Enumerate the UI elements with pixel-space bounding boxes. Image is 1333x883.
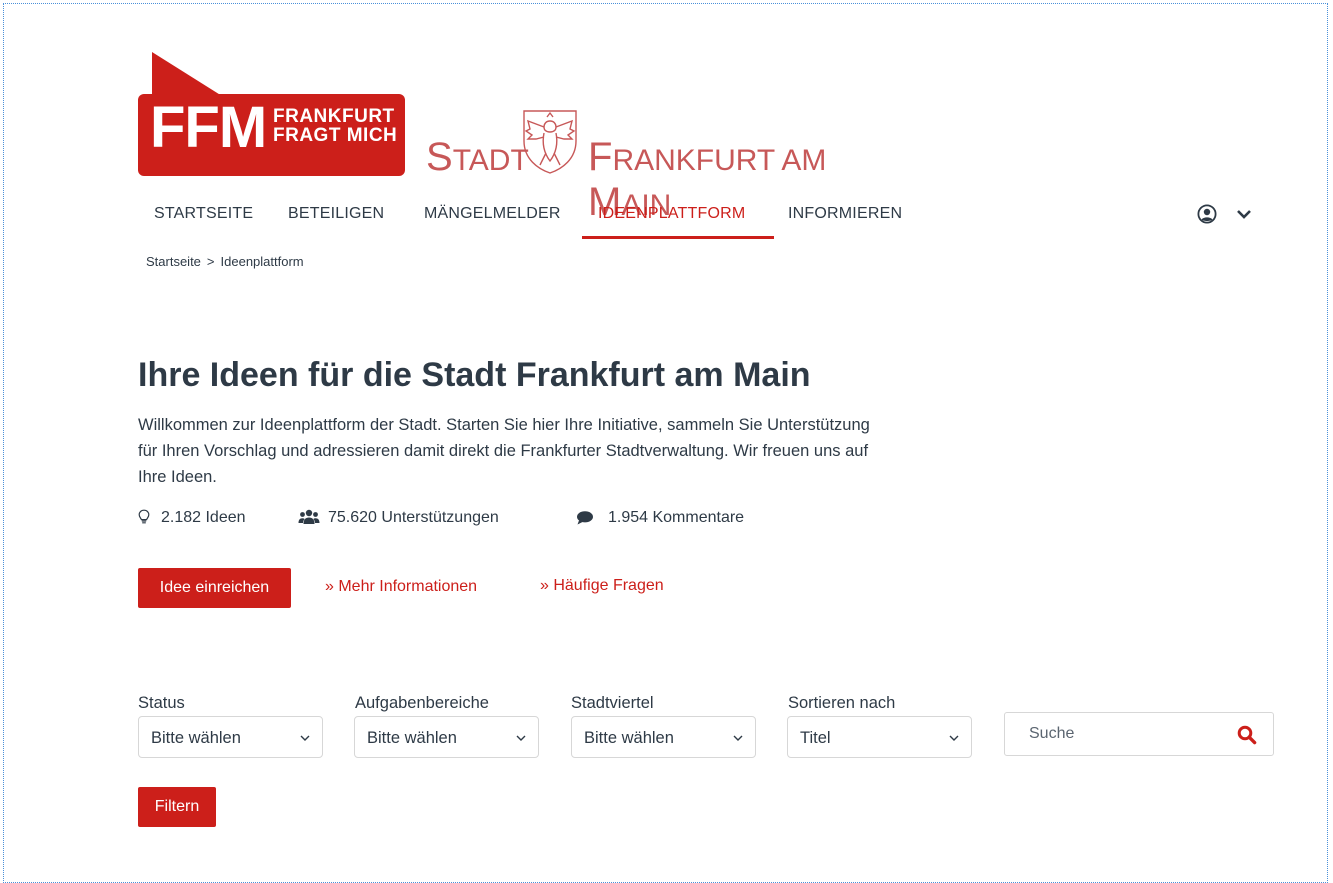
ffm-logo-subtext: FRANKFURT FRAGT MICH xyxy=(273,106,398,146)
district-select-value: Bitte wählen xyxy=(584,729,674,747)
sort-select[interactable]: Titel xyxy=(787,716,972,758)
nav-active-indicator xyxy=(582,236,774,239)
search-icon[interactable] xyxy=(1237,725,1257,745)
sort-select-value: Titel xyxy=(800,729,831,747)
submit-idea-button[interactable]: Idee einreichen xyxy=(138,568,291,608)
status-filter-label: Status xyxy=(138,694,185,712)
intro-text: Willkommen zur Ideenplattform der Stadt.… xyxy=(138,416,870,486)
sort-filter-label: Sortieren nach xyxy=(788,694,896,712)
nav-item-informieren[interactable]: INFORMIEREN xyxy=(788,203,902,225)
breadcrumb-current: Ideenplattform xyxy=(220,254,304,269)
chevron-down-icon xyxy=(300,735,310,741)
ffm-logo-text: FFM xyxy=(150,95,267,160)
ffm-logo[interactable]: FFM FRANKFURT FRAGT MICH xyxy=(138,52,405,176)
chevron-down-icon xyxy=(949,735,959,741)
search-box xyxy=(1004,712,1274,756)
comment-icon xyxy=(577,511,593,525)
stat-supports-text: 75.620 Unterstützungen xyxy=(328,509,499,526)
speech-bubble-tail xyxy=(152,52,222,96)
eagle-crest-icon xyxy=(523,110,577,174)
chevron-down-icon xyxy=(733,735,743,741)
breadcrumb-separator: > xyxy=(206,254,215,269)
breadcrumb-startseite[interactable]: Startseite xyxy=(146,254,201,269)
lightbulb-icon xyxy=(138,509,150,524)
chevron-down-icon[interactable] xyxy=(1236,208,1252,220)
faq-link[interactable]: » Häufige Fragen xyxy=(540,576,664,596)
nav-item-maengelmelder[interactable]: MÄNGELMELDER xyxy=(424,203,561,225)
search-input[interactable] xyxy=(1029,723,1229,745)
areas-filter-label: Aufgabenbereiche xyxy=(355,694,489,712)
chevron-down-icon xyxy=(516,735,526,741)
stadt-word: STADT xyxy=(426,135,529,179)
breadcrumb: Startseite > Ideenplattform xyxy=(146,254,304,270)
district-filter-label: Stadtviertel xyxy=(571,694,654,712)
district-select[interactable]: Bitte wählen xyxy=(571,716,756,758)
stat-comments-text: 1.954 Kommentare xyxy=(608,509,745,526)
users-icon xyxy=(298,509,320,524)
more-info-link[interactable]: » Mehr Informationen xyxy=(325,577,477,597)
user-circle-icon[interactable] xyxy=(1197,204,1217,224)
page-title: Ihre Ideen für die Stadt Frankfurt am Ma… xyxy=(138,356,811,394)
areas-select-value: Bitte wählen xyxy=(367,729,457,747)
stadt-frankfurt-logo[interactable]: STADT FRANKFURT AM MAIN xyxy=(426,107,916,224)
areas-select[interactable]: Bitte wählen xyxy=(354,716,539,758)
status-select-value: Bitte wählen xyxy=(151,729,241,747)
nav-item-ideenplattform[interactable]: IDEENPLATTFORM xyxy=(598,203,745,225)
filter-button[interactable]: Filtern xyxy=(138,787,216,827)
nav-item-startseite[interactable]: STARTSEITE xyxy=(154,203,253,225)
stat-ideas-text: 2.182 Ideen xyxy=(161,509,246,526)
status-select[interactable]: Bitte wählen xyxy=(138,716,323,758)
nav-item-beteiligen[interactable]: BETEILIGEN xyxy=(288,203,384,225)
